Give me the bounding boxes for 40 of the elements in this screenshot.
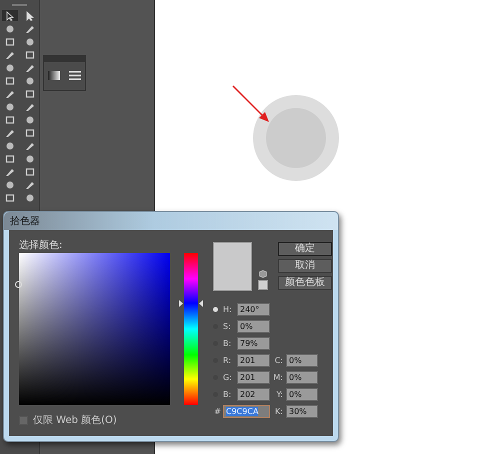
arrow-drawing (232, 85, 272, 125)
gradient-icon[interactable] (48, 70, 60, 80)
input-field[interactable]: 79% (237, 337, 270, 350)
dialog-button[interactable]: 取消 (278, 259, 332, 273)
input-field[interactable]: 0% (286, 388, 318, 401)
tool-icon[interactable] (2, 10, 18, 21)
checkbox-label: 仅限 Web 颜色(O) (33, 414, 117, 427)
dialog-title: 拾色器 (10, 215, 40, 228)
field-label: B: (223, 390, 232, 399)
field-label: Y: (275, 390, 284, 399)
input-field[interactable]: 0% (286, 354, 318, 367)
input-field[interactable]: 30% (286, 405, 318, 418)
cube-icon[interactable] (259, 270, 267, 278)
radio-button[interactable] (213, 307, 218, 312)
field-label: H: (223, 305, 233, 314)
input-field[interactable]: 0% (286, 371, 318, 384)
field-label: # (213, 407, 221, 416)
prompt-label: 选择颜色: (19, 238, 64, 253)
web-color-swatch[interactable] (258, 280, 268, 290)
field-label: R: (223, 356, 232, 365)
field-label: S: (223, 322, 232, 331)
picker-marker[interactable] (15, 281, 22, 288)
hex-input-field[interactable]: C9C9CA (223, 405, 270, 418)
field-label: G: (223, 373, 233, 382)
dialog-button[interactable]: 颜色色板 (278, 276, 332, 290)
input-field[interactable]: 240° (237, 303, 270, 316)
field-label: M: (272, 373, 284, 382)
field-label: B: (223, 339, 232, 348)
checkbox[interactable] (19, 416, 28, 424)
input-field[interactable]: 202 (237, 388, 270, 401)
input-field[interactable]: 201 (237, 371, 270, 384)
field-label: K: (274, 407, 284, 416)
dialog-button[interactable]: 确定 (278, 242, 332, 256)
lines-icon[interactable] (68, 70, 81, 80)
input-field[interactable]: 0% (237, 320, 270, 333)
color-swatch (213, 242, 252, 291)
slider-arrows-icon[interactable] (179, 300, 203, 308)
input-field[interactable]: 201 (237, 354, 270, 367)
field-label: C: (274, 356, 284, 365)
hue-slider[interactable] (179, 253, 203, 405)
